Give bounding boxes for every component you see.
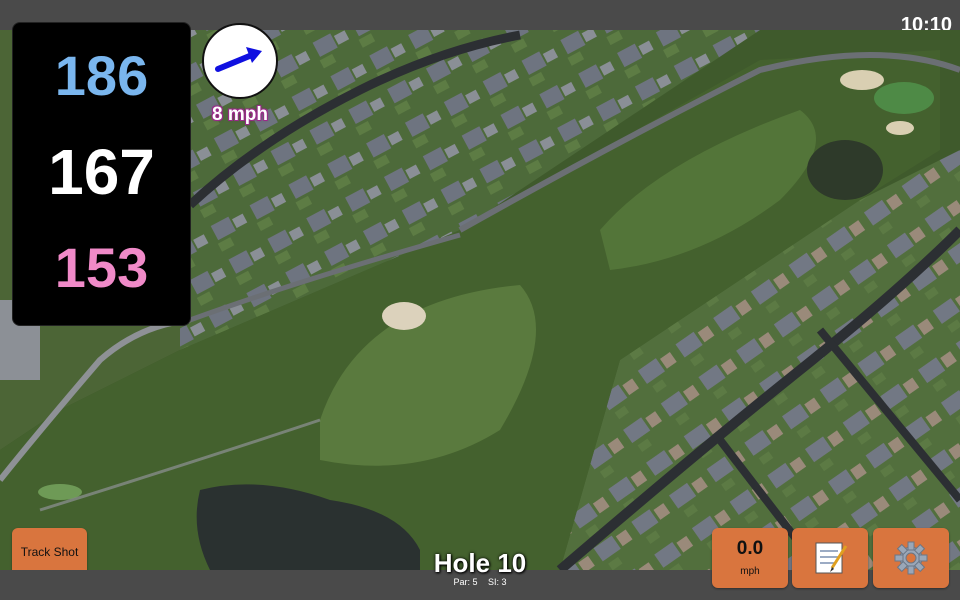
- yardage-panel: 186 167 153: [12, 22, 191, 326]
- hole-title: Hole 10: [433, 548, 527, 578]
- speed-unit: mph: [740, 566, 760, 577]
- gear-icon: [894, 541, 928, 575]
- wind-indicator[interactable]: [202, 23, 278, 99]
- notes-button[interactable]: [792, 528, 868, 588]
- track-shot-label: Track Shot: [20, 545, 79, 559]
- back-yardage: 186: [54, 44, 149, 107]
- hole-par: Par: 5: [453, 577, 478, 587]
- speed-value: 0.0: [736, 538, 764, 559]
- wind-arrow-icon: [215, 47, 262, 72]
- hole-info: Par: 5 SI: 3: [380, 577, 580, 587]
- swing-speed-button[interactable]: 0.0 mph: [712, 528, 788, 588]
- middle-yardage: 167: [48, 136, 155, 208]
- hole-stroke-index: SI: 3: [488, 577, 507, 587]
- front-yardage: 153: [54, 236, 149, 299]
- wind-speed: 8 mph: [212, 104, 268, 125]
- notepad-icon: [815, 542, 848, 574]
- settings-button[interactable]: [873, 528, 949, 588]
